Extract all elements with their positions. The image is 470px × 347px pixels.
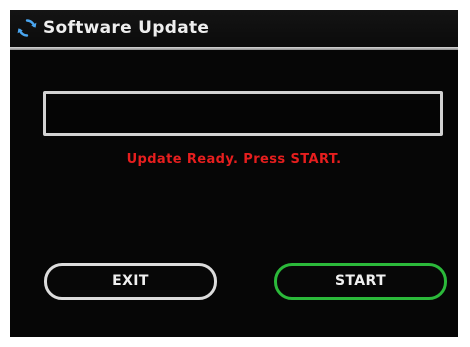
- header-divider: [10, 47, 458, 50]
- start-button[interactable]: START: [274, 263, 447, 300]
- page-title: Software Update: [43, 18, 210, 38]
- update-screen: Software Update Update Ready. Press STAR…: [10, 10, 458, 337]
- refresh-icon: [16, 17, 38, 39]
- status-message: Update Ready. Press START.: [126, 152, 342, 167]
- exit-button[interactable]: EXIT: [44, 263, 217, 300]
- header-bar: Software Update: [10, 10, 458, 47]
- update-progress-bar: [43, 91, 443, 136]
